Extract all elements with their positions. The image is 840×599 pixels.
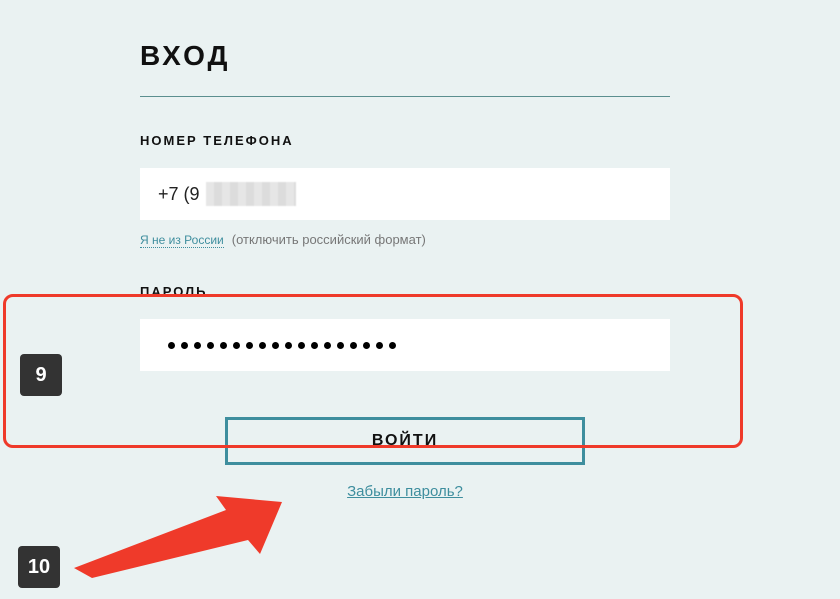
page-title: ВХОД <box>140 40 700 72</box>
not-from-russia-link[interactable]: Я не из России <box>140 233 224 248</box>
annotation-badge-9: 9 <box>20 354 62 396</box>
login-form: ВХОД НОМЕР ТЕЛЕФОНА +7 (9 Я не из России… <box>0 0 700 500</box>
submit-area: ВОЙТИ Забыли пароль? <box>140 417 670 500</box>
phone-redacted <box>206 182 296 206</box>
phone-format-hint: (отключить российский формат) <box>232 232 426 247</box>
phone-prefix: +7 (9 <box>158 184 200 205</box>
divider <box>140 96 670 97</box>
phone-format-row: Я не из России (отключить российский фор… <box>140 232 700 248</box>
password-section: ПАРОЛЬ <box>140 284 700 371</box>
annotation-badge-10: 10 <box>18 546 60 588</box>
phone-input[interactable]: +7 (9 <box>140 168 670 220</box>
forgot-password-link[interactable]: Забыли пароль? <box>347 483 463 500</box>
phone-label: НОМЕР ТЕЛЕФОНА <box>140 133 700 148</box>
password-input[interactable] <box>140 319 670 371</box>
submit-button[interactable]: ВОЙТИ <box>225 417 585 465</box>
password-label: ПАРОЛЬ <box>140 284 700 299</box>
